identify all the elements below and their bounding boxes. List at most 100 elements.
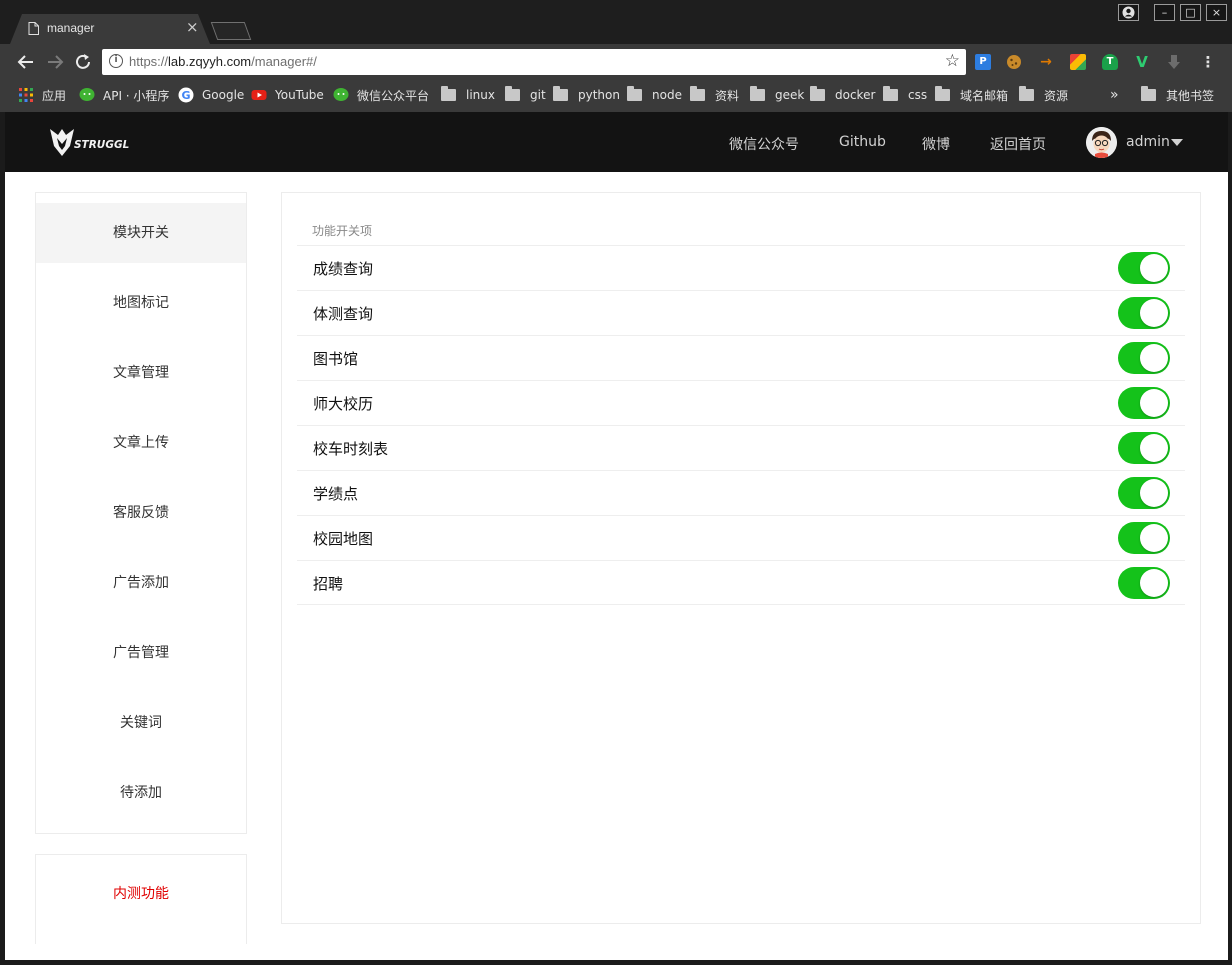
beta-features-link[interactable]: 内测功能	[36, 883, 246, 903]
tab-title: manager	[47, 21, 95, 35]
tab-close-icon[interactable]: ×	[186, 19, 199, 35]
extension-p-icon[interactable]: P	[975, 54, 991, 70]
toggle-switch[interactable]	[1118, 342, 1170, 374]
toggle-switch[interactable]	[1118, 477, 1170, 509]
toggle-switch[interactable]	[1118, 297, 1170, 329]
close-window-button[interactable]: ×	[1206, 4, 1227, 21]
browser-menu-icon[interactable]: ⋮	[1200, 54, 1216, 70]
bookmark-youtube[interactable]: YouTube	[251, 87, 324, 103]
site-header: STRUGGLE 微信公众号 Github 微博 返回首页 admin	[5, 112, 1228, 172]
wechat-icon	[333, 88, 349, 101]
folder-icon	[883, 86, 898, 101]
toggle-knob	[1140, 569, 1168, 597]
switch-row: 校车时刻表	[297, 425, 1185, 470]
folder-icon	[935, 86, 950, 101]
user-menu[interactable]: admin	[1126, 134, 1170, 150]
toggle-knob	[1140, 344, 1168, 372]
url-text: https://lab.zqyyh.com/manager#/	[129, 54, 317, 69]
google-icon: G	[178, 87, 194, 103]
folder-icon	[1141, 86, 1156, 101]
switch-label: 师大校历	[313, 395, 374, 413]
extension-download-icon[interactable]	[1166, 54, 1182, 70]
sidebar-menu: 模块开关 地图标记 文章管理 文章上传 客服反馈 广告添加 广告管理 关键词 待…	[35, 192, 247, 834]
other-bookmarks[interactable]: 其他书签	[1141, 86, 1214, 103]
svg-text:STRUGGLE: STRUGGLE	[74, 139, 129, 151]
nav-github[interactable]: Github	[839, 134, 886, 150]
bookmark-folder-geek[interactable]: geek	[750, 86, 804, 103]
bookmarks-overflow-icon[interactable]: »	[1110, 87, 1119, 103]
vue-devtools-icon[interactable]: V	[1134, 54, 1150, 70]
profile-icon[interactable]	[1118, 4, 1139, 21]
bookmark-folder-docker[interactable]: docker	[810, 86, 875, 103]
sidebar-item-article-manage[interactable]: 文章管理	[36, 343, 246, 403]
address-bar[interactable]: i https://lab.zqyyh.com/manager#/ ☆	[102, 49, 966, 75]
bookmark-google[interactable]: G Google	[178, 87, 244, 103]
bookmark-star-icon[interactable]: ☆	[945, 51, 960, 71]
toggle-knob	[1140, 434, 1168, 462]
back-arrow-icon[interactable]	[16, 52, 36, 72]
toggle-switch[interactable]	[1118, 252, 1170, 284]
toggle-knob	[1140, 524, 1168, 552]
folder-icon	[1019, 86, 1034, 101]
toggle-switch[interactable]	[1118, 522, 1170, 554]
extension-arrow-icon[interactable]: →	[1038, 54, 1054, 70]
new-tab-button[interactable]	[210, 22, 252, 40]
sidebar-item-pending[interactable]: 待添加	[36, 763, 246, 823]
toggle-knob	[1140, 389, 1168, 417]
sidebar-item-map-marker[interactable]: 地图标记	[36, 273, 246, 333]
forward-arrow-icon[interactable]	[45, 52, 65, 72]
switch-list: 成绩查询 体测查询 图书馆 师大校历 校车时刻表 学绩点 校园地图 招聘	[297, 245, 1185, 605]
bookmark-folder-node[interactable]: node	[627, 86, 682, 103]
switch-label: 成绩查询	[313, 260, 374, 278]
bookmark-folder-resources[interactable]: 资源	[1019, 86, 1068, 103]
toggle-switch[interactable]	[1118, 387, 1170, 419]
minimize-button[interactable]: –	[1154, 4, 1175, 21]
sidebar-item-module-switch[interactable]: 模块开关	[36, 203, 246, 263]
switch-row: 师大校历	[297, 380, 1185, 425]
youtube-icon	[251, 90, 267, 100]
toggle-switch[interactable]	[1118, 567, 1170, 599]
sidebar-item-keywords[interactable]: 关键词	[36, 693, 246, 753]
browser-tab[interactable]	[10, 14, 210, 44]
folder-icon	[505, 86, 520, 101]
apps-icon	[19, 88, 33, 102]
bookmark-folder-domain-mail[interactable]: 域名邮箱	[935, 86, 1008, 103]
bookmark-apps[interactable]: 应用	[18, 87, 66, 103]
folder-icon	[627, 86, 642, 101]
nav-home[interactable]: 返回首页	[990, 134, 1046, 154]
site-info-icon[interactable]: i	[109, 54, 123, 68]
nav-weibo[interactable]: 微博	[922, 134, 950, 154]
extension-t-icon[interactable]: T	[1102, 54, 1118, 70]
switch-label: 图书馆	[313, 350, 359, 368]
avatar[interactable]	[1086, 127, 1117, 158]
web-page: STRUGGLE 微信公众号 Github 微博 返回首页 admin 模块开关…	[5, 112, 1228, 960]
switch-row: 成绩查询	[297, 245, 1185, 290]
switch-row: 招聘	[297, 560, 1185, 605]
folder-icon	[690, 86, 705, 101]
reload-icon[interactable]	[73, 52, 93, 72]
struggle-logo[interactable]: STRUGGLE	[49, 126, 129, 160]
toggle-knob	[1140, 479, 1168, 507]
extension-color-icon[interactable]	[1070, 54, 1086, 70]
switch-label: 学绩点	[313, 485, 359, 503]
cookie-extension-icon[interactable]	[1006, 54, 1022, 70]
sidebar-item-article-upload[interactable]: 文章上传	[36, 413, 246, 473]
bookmark-folder-docs[interactable]: 资料	[690, 86, 739, 103]
beta-features-panel: 内测功能	[35, 854, 247, 944]
switch-panel: 功能开关项 成绩查询 体测查询 图书馆 师大校历 校车时刻表 学绩点 校园地图 …	[281, 192, 1201, 924]
chevron-down-icon[interactable]	[1171, 139, 1183, 146]
bookmark-api[interactable]: API · 小程序	[79, 87, 169, 103]
bookmark-folder-linux[interactable]: linux	[441, 86, 495, 103]
toggle-switch[interactable]	[1118, 432, 1170, 464]
svg-text:G: G	[181, 89, 190, 102]
bookmark-folder-python[interactable]: python	[553, 86, 620, 103]
bookmark-folder-git[interactable]: git	[505, 86, 546, 103]
sidebar-item-feedback[interactable]: 客服反馈	[36, 483, 246, 543]
sidebar-item-ad-add[interactable]: 广告添加	[36, 553, 246, 613]
sidebar-item-ad-manage[interactable]: 广告管理	[36, 623, 246, 683]
switch-row: 学绩点	[297, 470, 1185, 515]
nav-wechat-official[interactable]: 微信公众号	[729, 134, 799, 154]
maximize-button[interactable]: □	[1180, 4, 1201, 21]
bookmark-wechat-platform[interactable]: 微信公众平台	[333, 87, 429, 103]
bookmark-folder-css[interactable]: css	[883, 86, 927, 103]
